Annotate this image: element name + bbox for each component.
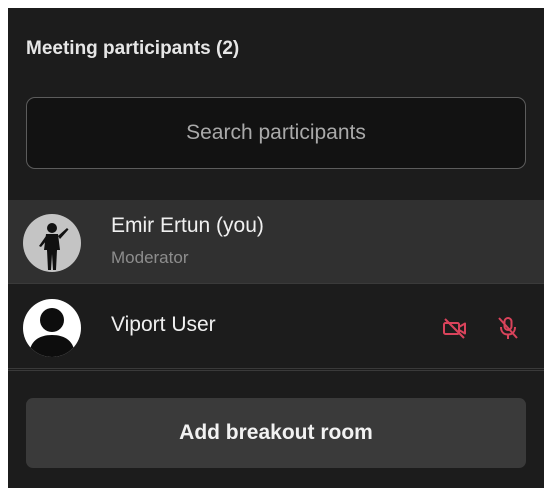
search-participants-input[interactable] [26, 97, 526, 169]
camera-off-icon [443, 318, 466, 339]
add-breakout-room-button[interactable]: Add breakout room [26, 398, 526, 468]
microphone-off-icon [498, 317, 518, 339]
participant-name: Viport User [111, 313, 216, 336]
participant-name: Emir Ertun (you) [111, 214, 264, 237]
user-avatar-photo-icon [23, 214, 81, 272]
participant-row[interactable]: Emir Ertun (you) Moderator [8, 200, 544, 284]
divider [8, 370, 544, 371]
participant-role: Moderator [111, 248, 189, 267]
participants-panel: Meeting participants (2) Emir Ertun (you… [8, 8, 544, 488]
avatar [23, 214, 81, 272]
panel-title: Meeting participants (2) [26, 38, 240, 59]
default-avatar-icon [23, 299, 81, 357]
participant-row[interactable]: Viport User [8, 285, 544, 369]
avatar [23, 299, 81, 357]
